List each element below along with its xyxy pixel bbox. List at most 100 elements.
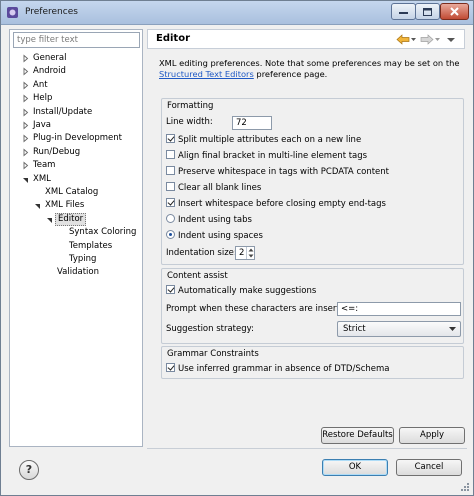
preserve-whitespace-option[interactable]: Preserve whitespace in tags with PCDATA … (166, 166, 389, 179)
indentation-size-spinner[interactable]: 2 (235, 246, 255, 260)
view-menu-icon[interactable] (446, 34, 456, 48)
preserve-whitespace-checkbox[interactable] (166, 166, 175, 175)
tree-item-ant[interactable]: Ant (10, 79, 140, 92)
tree-item-editor[interactable]: Editor (10, 212, 140, 226)
split-attributes-option[interactable]: Split multiple attributes each on a new … (166, 134, 361, 147)
align-bracket-checkbox[interactable] (166, 150, 175, 159)
indent-spaces-radio[interactable] (166, 230, 175, 239)
suggestion-strategy-select[interactable]: Strict (337, 321, 461, 337)
maximize-button[interactable] (415, 3, 440, 20)
align-bracket-label: Align final bracket in multi-line elemen… (178, 151, 368, 161)
preferences-window: Preferences General Android Ant Help Install… (0, 0, 474, 496)
split-attributes-checkbox[interactable] (166, 134, 175, 143)
expanded-twisty-icon[interactable] (46, 213, 54, 226)
suggestion-strategy-label: Suggestion strategy: (166, 324, 254, 334)
tree-item-xml-files[interactable]: XML Files (10, 199, 140, 212)
align-bracket-option[interactable]: Align final bracket in multi-line elemen… (166, 150, 367, 163)
tree-item-label: Editor (55, 212, 87, 226)
prompt-chars-label: Prompt when these characters are inserte… (166, 304, 354, 314)
auto-suggest-label: Automatically make suggestions (178, 286, 317, 296)
tree-item-label: XML Files (45, 200, 85, 211)
expanded-twisty-icon[interactable] (22, 173, 30, 186)
collapsed-twisty-icon[interactable] (22, 146, 30, 159)
inferred-grammar-label: Use inferred grammar in absence of DTD/S… (178, 364, 390, 374)
formatting-group-title: Formatting (167, 101, 214, 111)
line-width-label: Line width: (166, 117, 213, 127)
tree-item-validation[interactable]: Validation (10, 266, 140, 279)
spinner-arrows-icon[interactable] (246, 247, 254, 259)
indent-tabs-option[interactable]: Indent using tabs (166, 214, 252, 227)
indentation-size-value: 2 (239, 248, 245, 258)
tree-item-android[interactable]: Android (10, 65, 140, 78)
tree-item-java[interactable]: Java (10, 119, 140, 132)
tree-item-label: Validation (57, 267, 99, 278)
collapsed-twisty-icon[interactable] (22, 119, 30, 132)
close-button[interactable] (440, 3, 469, 20)
indent-spaces-option[interactable]: Indent using spaces (166, 230, 263, 243)
tree-item-plug-in-development[interactable]: Plug-in Development (10, 132, 140, 145)
tree-item-install-update[interactable]: Install/Update (10, 106, 140, 119)
collapsed-twisty-icon[interactable] (22, 92, 30, 105)
indent-tabs-label: Indent using tabs (178, 215, 252, 225)
tree-item-xml[interactable]: XML (10, 173, 140, 186)
window-title: Preferences (25, 7, 78, 17)
collapsed-twisty-icon[interactable] (22, 65, 30, 78)
tree-item-xml-catalog[interactable]: XML Catalog (10, 186, 140, 199)
insert-whitespace-option[interactable]: Insert whitespace before closing empty e… (166, 198, 386, 211)
suggestion-strategy-value: Strict (343, 324, 366, 334)
forward-arrow-icon[interactable] (420, 34, 434, 48)
grammar-constraints-group: Grammar Constraints Use inferred grammar… (161, 346, 464, 379)
preferences-app-icon (7, 7, 18, 18)
help-button[interactable]: ? (19, 460, 39, 480)
split-attributes-label: Split multiple attributes each on a new … (178, 135, 362, 145)
maximize-icon (423, 7, 432, 16)
inferred-grammar-checkbox[interactable] (166, 363, 175, 372)
indentation-size-label: Indentation size: (166, 248, 237, 258)
close-icon (450, 7, 459, 16)
collapsed-twisty-icon[interactable] (22, 52, 30, 65)
auto-suggest-checkbox[interactable] (166, 285, 175, 294)
tree-item-typing[interactable]: Typing (10, 253, 140, 266)
collapsed-twisty-icon[interactable] (22, 106, 30, 119)
collapsed-twisty-icon[interactable] (22, 79, 30, 92)
page-navigation (396, 34, 460, 46)
expanded-twisty-icon[interactable] (34, 199, 42, 212)
indentation-size-row: Indentation size: (166, 247, 237, 260)
resize-grip-icon[interactable] (460, 482, 470, 492)
collapsed-twisty-icon[interactable] (22, 159, 30, 172)
prompt-chars-input[interactable]: <=: (337, 302, 461, 316)
back-arrow-icon[interactable] (396, 34, 410, 48)
restore-defaults-button[interactable]: Restore Defaults (321, 427, 394, 444)
line-width-input[interactable]: 72 (232, 116, 272, 130)
inferred-grammar-option[interactable]: Use inferred grammar in absence of DTD/S… (166, 363, 390, 376)
indent-tabs-radio[interactable] (166, 214, 175, 223)
collapsed-twisty-icon[interactable] (22, 132, 30, 145)
tree-item-label: Install/Update (33, 106, 93, 117)
tree-item-label: XML Catalog (45, 187, 99, 197)
cancel-button[interactable]: Cancel (396, 459, 462, 476)
tree-item-help[interactable]: Help (10, 92, 140, 105)
back-dropdown-icon[interactable] (411, 34, 417, 48)
tree-item-label: Android (33, 66, 66, 77)
grammar-constraints-group-title: Grammar Constraints (167, 349, 259, 359)
forward-dropdown-icon[interactable] (435, 34, 441, 48)
minimize-button[interactable] (391, 3, 416, 20)
clear-blank-lines-label: Clear all blank lines (178, 183, 262, 193)
clear-blank-lines-option[interactable]: Clear all blank lines (166, 182, 261, 195)
tree-item-syntax-coloring[interactable]: Syntax Coloring (10, 226, 140, 239)
tree-item-templates[interactable]: Templates (10, 240, 140, 253)
insert-whitespace-checkbox[interactable] (166, 198, 175, 207)
ok-button[interactable]: OK (322, 459, 388, 476)
tree-item-general[interactable]: General (10, 52, 140, 65)
clear-blank-lines-checkbox[interactable] (166, 182, 175, 191)
line-width-row: Line width: (166, 116, 213, 129)
filter-input[interactable] (13, 32, 140, 48)
tree-item-team[interactable]: Team (10, 159, 140, 172)
tree-item-label: Run/Debug (33, 146, 81, 157)
structured-text-editors-link[interactable]: Structured Text Editors (159, 69, 254, 79)
auto-suggest-option[interactable]: Automatically make suggestions (166, 285, 316, 298)
tree-item-run-debug[interactable]: Run/Debug (10, 146, 140, 159)
title-bar[interactable]: Preferences (1, 1, 473, 25)
apply-button[interactable]: Apply (399, 427, 465, 444)
tree-item-label: Help (33, 93, 53, 104)
